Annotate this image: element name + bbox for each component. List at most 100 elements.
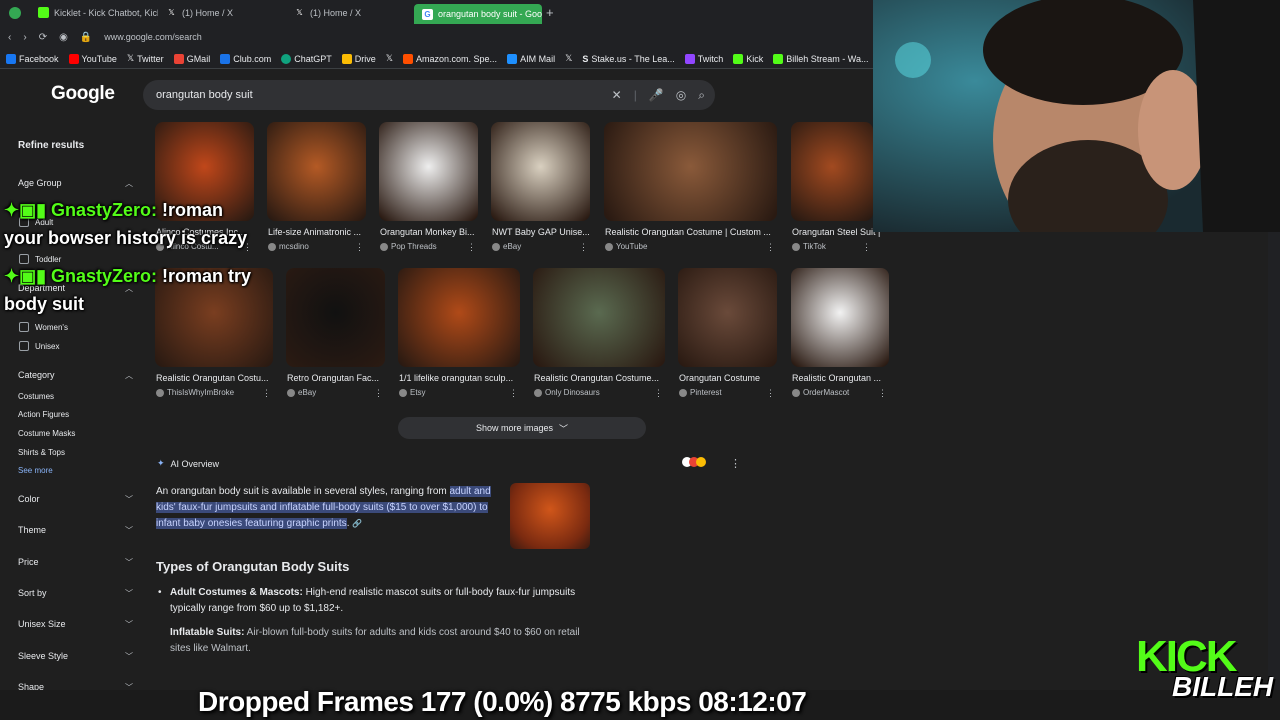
tab-kicklet[interactable]: Kicklet - Kick Chatbot, Kick [30,0,158,25]
filter-theme[interactable]: Theme ﹀ [18,525,133,536]
image-result-source[interactable]: mcsdino [268,242,367,251]
category-shirts-tops[interactable]: Shirts & Tops [18,448,65,457]
image-result-thumb[interactable] [267,122,366,221]
filter-color[interactable]: Color ﹀ [18,494,133,505]
microphone-icon[interactable]: 🎤 [649,88,664,102]
category-costume-masks[interactable]: Costume Masks [18,429,75,438]
lens-icon[interactable]: ◎ [676,88,686,102]
more-options-icon[interactable]: ⋮ [579,242,588,253]
image-result-caption[interactable]: 1/1 lifelike orangutan sculp... [399,373,527,383]
image-result-caption[interactable]: Orangutan Costume [679,373,784,383]
image-result-caption[interactable]: Life-size Animatronic ... [268,227,373,237]
image-result-source[interactable]: Pinterest [679,388,778,397]
forward-icon[interactable]: › [23,32,26,43]
bookmark-drive[interactable]: Drive [341,53,376,64]
filter-sleeve-style[interactable]: Sleeve Style ﹀ [18,651,133,662]
image-result-caption[interactable]: Realistic Orangutan Costume | Custom ... [605,227,784,237]
tab-x-home-1[interactable]: 𝕏 (1) Home / X [158,0,286,25]
more-options-icon[interactable]: ⋮ [766,242,775,253]
tab-google-search[interactable]: Gorangutan body suit - Goo [414,4,542,24]
bookmark-twitch[interactable]: Twitch [684,53,723,64]
search-input[interactable]: orangutan body suit [156,89,253,101]
filter-price[interactable]: Price ﹀ [18,557,133,568]
category-action-figures[interactable]: Action Figures [18,410,69,419]
bookmark-youtube[interactable]: YouTube [68,53,117,64]
bookmark-aim-mail[interactable]: AIM Mail [507,53,555,64]
image-result-thumb[interactable] [286,268,385,367]
more-options-icon[interactable]: ⋮ [878,388,887,399]
filter-age-group[interactable]: Age Group ︿ [18,178,133,189]
bookmark-kick[interactable]: Kick [733,53,763,64]
ai-sources-avatars[interactable] [682,457,706,467]
bookmark-amazon[interactable]: Amazon.com. Spe... [403,53,497,64]
checkbox-womens[interactable]: Women's [19,322,68,332]
scrollbar[interactable] [1268,230,1280,690]
bookmark-gmail[interactable]: GMail [173,53,210,64]
category-costumes[interactable]: Costumes [18,392,54,401]
source-favicon-icon [268,242,276,251]
bookmark-facebook[interactable]: Facebook [6,53,59,64]
more-options-icon[interactable]: ⋮ [355,242,364,253]
bookmark-billeh-stream[interactable]: Billeh Stream - Wa... [773,53,868,64]
bookmark-x[interactable]: 𝕏 [386,53,393,64]
reload-icon[interactable]: ⟳ [39,32,47,43]
bookmark-stake[interactable]: S Stake.us - The Lea... [582,54,674,64]
see-more-link[interactable]: See more [18,466,53,475]
back-icon[interactable]: ‹ [8,32,11,43]
google-logo[interactable]: Google [51,83,115,105]
more-options-icon[interactable]: ⋮ [730,457,741,470]
bookmark-club[interactable]: Club.com [220,53,271,64]
new-tab-button[interactable]: + [546,5,554,20]
more-options-icon[interactable]: ⋮ [467,242,476,253]
image-result-caption[interactable]: NWT Baby GAP Unise... [492,227,597,237]
checkbox-unisex[interactable]: Unisex [19,341,59,351]
clear-icon[interactable]: ✕ [612,88,622,102]
image-result-caption[interactable]: Retro Orangutan Fac... [287,373,392,383]
image-result-thumb[interactable] [604,122,777,221]
bookmark-x-2[interactable]: 𝕏 [565,53,572,64]
more-options-icon[interactable]: ⋮ [374,388,383,399]
filter-sort-by[interactable]: Sort by ﹀ [18,588,133,599]
image-result-source[interactable]: eBay [287,388,386,397]
more-options-icon[interactable]: ⋮ [262,388,271,399]
more-options-icon[interactable]: ⋮ [654,388,663,399]
image-result-source[interactable]: YouTube [605,242,778,251]
chevron-down-icon: ﹀ [125,558,133,567]
lock-icon: 🔒 [79,31,93,43]
bookmark-twitter[interactable]: 𝕏 Twitter [127,53,164,64]
chevron-up-icon: ︿ [125,371,133,380]
search-icon[interactable]: ⌕ [698,88,705,103]
show-more-images-button[interactable]: Show more images ﹀ [398,417,646,439]
image-result-caption[interactable]: Realistic Orangutan ... [792,373,896,383]
url-text[interactable]: www.google.com/search [104,32,202,42]
ai-overview-image[interactable] [510,483,590,549]
link-icon[interactable]: 🔗 [352,519,362,528]
image-result-source[interactable]: Pop Threads [380,242,479,251]
browser-menu-icon[interactable] [0,6,30,19]
bookmark-chatgpt[interactable]: ChatGPT [281,53,332,64]
search-box[interactable]: orangutan body suit ✕ | 🎤 ◎ ⌕ [143,80,715,110]
image-result-thumb[interactable] [491,122,590,221]
image-result-thumb[interactable] [379,122,478,221]
image-result-thumb[interactable] [398,268,520,367]
image-result-thumb[interactable] [533,268,665,367]
image-result-source[interactable]: Etsy [399,388,521,397]
tab-x-home-2[interactable]: 𝕏 (1) Home / X [286,0,414,25]
image-result-caption[interactable]: Realistic Orangutan Costume... [534,373,672,383]
filter-unisex-size[interactable]: Unisex Size ﹀ [18,619,133,630]
image-result-source[interactable]: ThisIsWhyImBroke [156,388,274,397]
image-result-thumb[interactable] [791,122,873,221]
more-options-icon[interactable]: ⋮ [766,388,775,399]
image-result-thumb[interactable] [791,268,889,367]
image-result-caption[interactable]: Orangutan Steel Suit |... [792,227,880,237]
more-options-icon[interactable]: ⋮ [509,388,518,399]
image-result-source[interactable]: Only Dinosaurs [534,388,666,397]
image-result-source[interactable]: OrderMascot [792,388,890,397]
image-result-source[interactable]: eBay [492,242,591,251]
filter-category[interactable]: Category ︿ [18,370,133,381]
more-options-icon[interactable]: ⋮ [862,242,871,253]
image-result-caption[interactable]: Realistic Orangutan Costu... [156,373,280,383]
image-result-thumb[interactable] [678,268,777,367]
checkbox-toddler[interactable]: Toddler [19,254,61,264]
image-result-caption[interactable]: Orangutan Monkey Bi... [380,227,485,237]
